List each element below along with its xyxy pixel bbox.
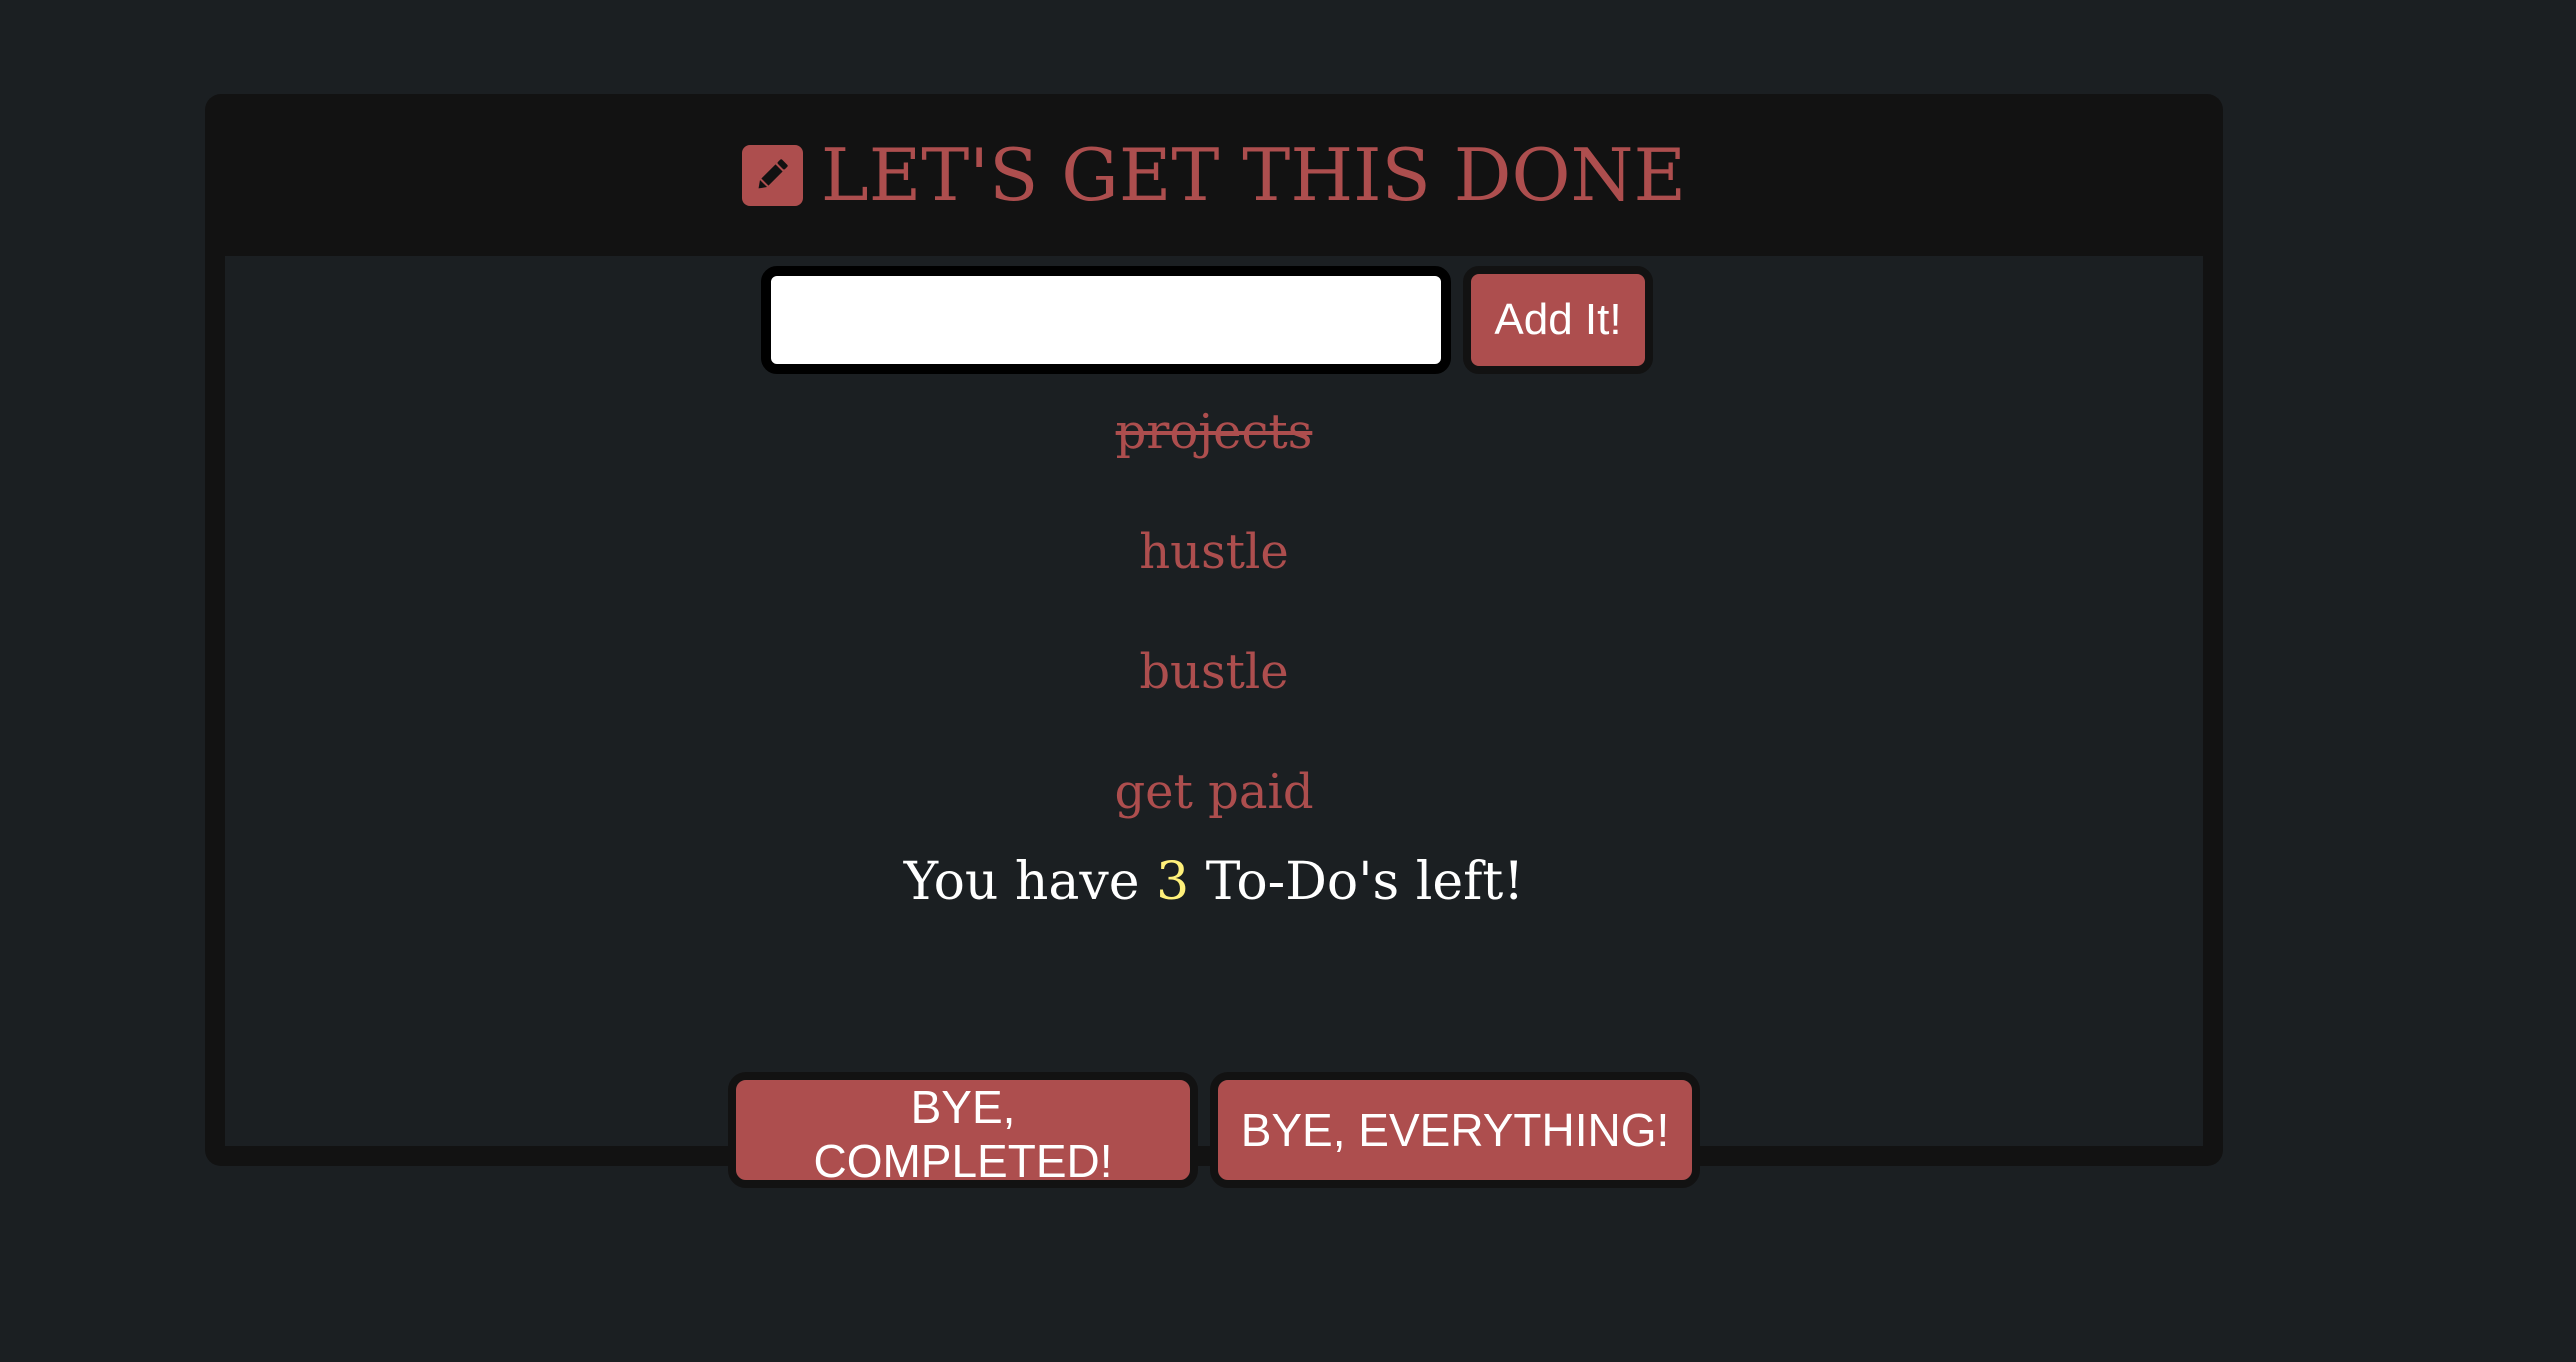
todo-item[interactable]: projects [225, 372, 2203, 492]
page-title: LET'S GET THIS DONE [820, 133, 1687, 217]
clear-completed-button[interactable]: BYE, COMPLETED! [728, 1072, 1198, 1188]
remaining-count-text: You have 3 To-Do's left! [225, 852, 2203, 912]
remaining-count-prefix: You have [903, 852, 1157, 912]
todo-item[interactable]: bustle [225, 612, 2203, 732]
todo-input[interactable] [761, 266, 1451, 374]
todo-item[interactable]: hustle [225, 492, 2203, 612]
todo-list: projects hustle bustle get paid [225, 372, 2203, 852]
todo-card: LET'S GET THIS DONE Add It! projects hus… [205, 94, 2223, 1188]
main-panel: Add It! projects hustle bustle get paid … [225, 256, 2203, 1188]
title-group: LET'S GET THIS DONE [741, 133, 1687, 217]
pencil-square-icon [741, 144, 803, 206]
todo-item[interactable]: get paid [225, 732, 2203, 852]
add-todo-form: Add It! [225, 266, 2203, 374]
remaining-count-suffix: To-Do's left! [1189, 852, 1525, 912]
add-button[interactable]: Add It! [1463, 266, 1653, 374]
bulk-actions: BYE, COMPLETED! BYE, EVERYTHING! [225, 1072, 2203, 1188]
remaining-count: 3 [1156, 852, 1190, 912]
clear-all-button[interactable]: BYE, EVERYTHING! [1210, 1072, 1700, 1188]
header: LET'S GET THIS DONE [205, 94, 2223, 256]
